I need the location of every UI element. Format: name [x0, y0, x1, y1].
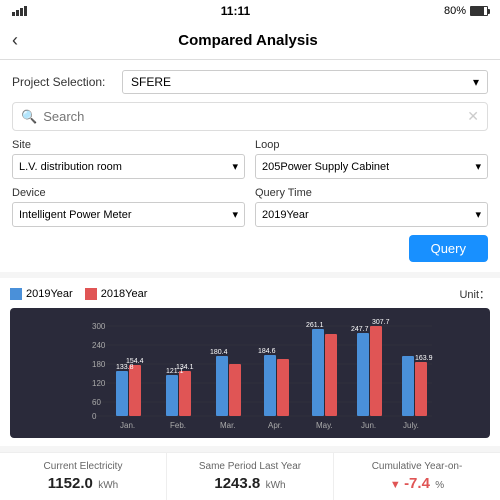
- loop-dropdown-icon: ▾: [475, 160, 481, 173]
- cumulative-unit: %: [435, 480, 444, 491]
- header: ‹ Compared Analysis: [0, 22, 500, 60]
- search-icon: 🔍: [21, 109, 37, 125]
- last-year-stat: Same Period Last Year 1243.8 kWh: [167, 453, 334, 500]
- current-electricity-stat: Current Electricity 1152.0 kWh: [0, 453, 167, 500]
- project-row: Project Selection: SFERE ▾: [12, 70, 488, 94]
- svg-text:240: 240: [92, 341, 106, 350]
- site-loop-row: Site L.V. distribution room ▾ Loop 205Po…: [12, 139, 488, 179]
- legend-2018: 2018Year: [85, 288, 148, 300]
- svg-text:180: 180: [92, 360, 106, 369]
- current-electricity-value-row: 1152.0 kWh: [6, 475, 160, 492]
- svg-text:July.: July.: [403, 421, 419, 430]
- stats-row: Current Electricity 1152.0 kWh Same Peri…: [0, 452, 500, 500]
- project-label: Project Selection:: [12, 75, 122, 89]
- cumulative-stat: Cumulative Year-on- ▼ -7.4 %: [334, 453, 500, 500]
- form-card: Project Selection: SFERE ▾ 🔍 ✕ Site L.V.…: [0, 60, 500, 272]
- svg-text:120: 120: [92, 379, 106, 388]
- query-btn-row: Query: [12, 235, 488, 262]
- bar-chart-svg: 300 240 180 120 60 0 133.8 154.4 Jan. 12…: [40, 316, 484, 434]
- legend-2019-label: 2019Year: [26, 288, 73, 300]
- site-dropdown-icon: ▾: [232, 160, 238, 173]
- current-electricity-unit: kWh: [98, 480, 118, 491]
- device-select[interactable]: Intelligent Power Meter ▾: [12, 202, 245, 227]
- svg-text:Jun.: Jun.: [361, 421, 376, 430]
- loop-value: 205Power Supply Cabinet: [262, 161, 389, 173]
- site-label: Site: [12, 139, 245, 151]
- svg-text:May.: May.: [316, 421, 333, 430]
- chart-card: 2019Year 2018Year Unit： 300 240 180: [0, 278, 500, 446]
- legend-2018-label: 2018Year: [101, 288, 148, 300]
- last-year-value: 1243.8: [214, 475, 260, 492]
- svg-text:307.7: 307.7: [372, 319, 390, 326]
- svg-text:261.1: 261.1: [306, 322, 324, 329]
- device-group: Device Intelligent Power Meter ▾: [12, 187, 245, 227]
- battery-percent: 80%: [444, 5, 466, 17]
- svg-text:60: 60: [92, 398, 101, 407]
- page-title: Compared Analysis: [28, 32, 468, 49]
- loop-label: Loop: [255, 139, 488, 151]
- svg-text:154.4: 154.4: [126, 358, 144, 365]
- loop-group: Loop 205Power Supply Cabinet ▾: [255, 139, 488, 179]
- legend-2019: 2019Year: [10, 288, 73, 300]
- signal-icon: [12, 6, 27, 16]
- battery-icon: [470, 6, 488, 16]
- chart-legend: 2019Year 2018Year Unit：: [10, 286, 490, 302]
- device-dropdown-icon: ▾: [232, 208, 238, 221]
- project-select[interactable]: SFERE ▾: [122, 70, 488, 94]
- site-group: Site L.V. distribution room ▾: [12, 139, 245, 179]
- legend-2019-dot: [10, 288, 22, 300]
- cumulative-value-row: ▼ -7.4 %: [340, 475, 494, 492]
- search-clear-icon[interactable]: ✕: [467, 108, 479, 125]
- querytime-group: Query Time 2019Year ▾: [255, 187, 488, 227]
- site-select[interactable]: L.V. distribution room ▾: [12, 154, 245, 179]
- bar-chart: 300 240 180 120 60 0 133.8 154.4 Jan. 12…: [10, 308, 490, 438]
- svg-text:134.1: 134.1: [176, 364, 194, 371]
- search-input[interactable]: [43, 109, 467, 124]
- svg-text:0: 0: [92, 412, 97, 421]
- project-value: SFERE: [131, 75, 171, 89]
- signal-area: [12, 6, 27, 16]
- last-year-label: Same Period Last Year: [173, 461, 327, 472]
- svg-text:Mar.: Mar.: [220, 421, 236, 430]
- svg-text:247.7: 247.7: [351, 326, 369, 333]
- svg-text:180.4: 180.4: [210, 349, 228, 356]
- querytime-label: Query Time: [255, 187, 488, 199]
- last-year-unit: kWh: [266, 480, 286, 491]
- cumulative-label: Cumulative Year-on-: [340, 461, 494, 472]
- svg-text:163.9: 163.9: [415, 355, 433, 362]
- cumulative-value: -7.4: [404, 475, 430, 492]
- querytime-value: 2019Year: [262, 209, 309, 221]
- loop-select[interactable]: 205Power Supply Cabinet ▾: [255, 154, 488, 179]
- last-year-value-row: 1243.8 kWh: [173, 475, 327, 492]
- querytime-select[interactable]: 2019Year ▾: [255, 202, 488, 227]
- svg-text:133.8: 133.8: [116, 364, 134, 371]
- svg-text:Apr.: Apr.: [268, 421, 282, 430]
- search-box: 🔍 ✕: [12, 102, 488, 131]
- svg-text:Jan.: Jan.: [120, 421, 135, 430]
- status-right-area: 80%: [444, 5, 488, 17]
- chart-unit-label: Unit：: [459, 286, 490, 302]
- querytime-dropdown-icon: ▾: [475, 208, 481, 221]
- svg-text:300: 300: [92, 322, 106, 331]
- device-value: Intelligent Power Meter: [19, 209, 132, 221]
- svg-text:184.6: 184.6: [258, 348, 276, 355]
- current-electricity-label: Current Electricity: [6, 461, 160, 472]
- status-bar: 11:11 80%: [0, 0, 500, 22]
- project-dropdown-icon: ▾: [473, 75, 479, 89]
- cumulative-arrow: ▼: [390, 479, 401, 491]
- current-electricity-value: 1152.0: [48, 475, 93, 492]
- back-button[interactable]: ‹: [12, 30, 18, 51]
- main-content: Project Selection: SFERE ▾ 🔍 ✕ Site L.V.…: [0, 60, 500, 500]
- legend-2018-dot: [85, 288, 97, 300]
- site-value: L.V. distribution room: [19, 161, 122, 173]
- svg-text:Feb.: Feb.: [170, 421, 186, 430]
- device-label: Device: [12, 187, 245, 199]
- device-querytime-row: Device Intelligent Power Meter ▾ Query T…: [12, 187, 488, 227]
- status-time: 11:11: [221, 4, 250, 18]
- query-button[interactable]: Query: [409, 235, 488, 262]
